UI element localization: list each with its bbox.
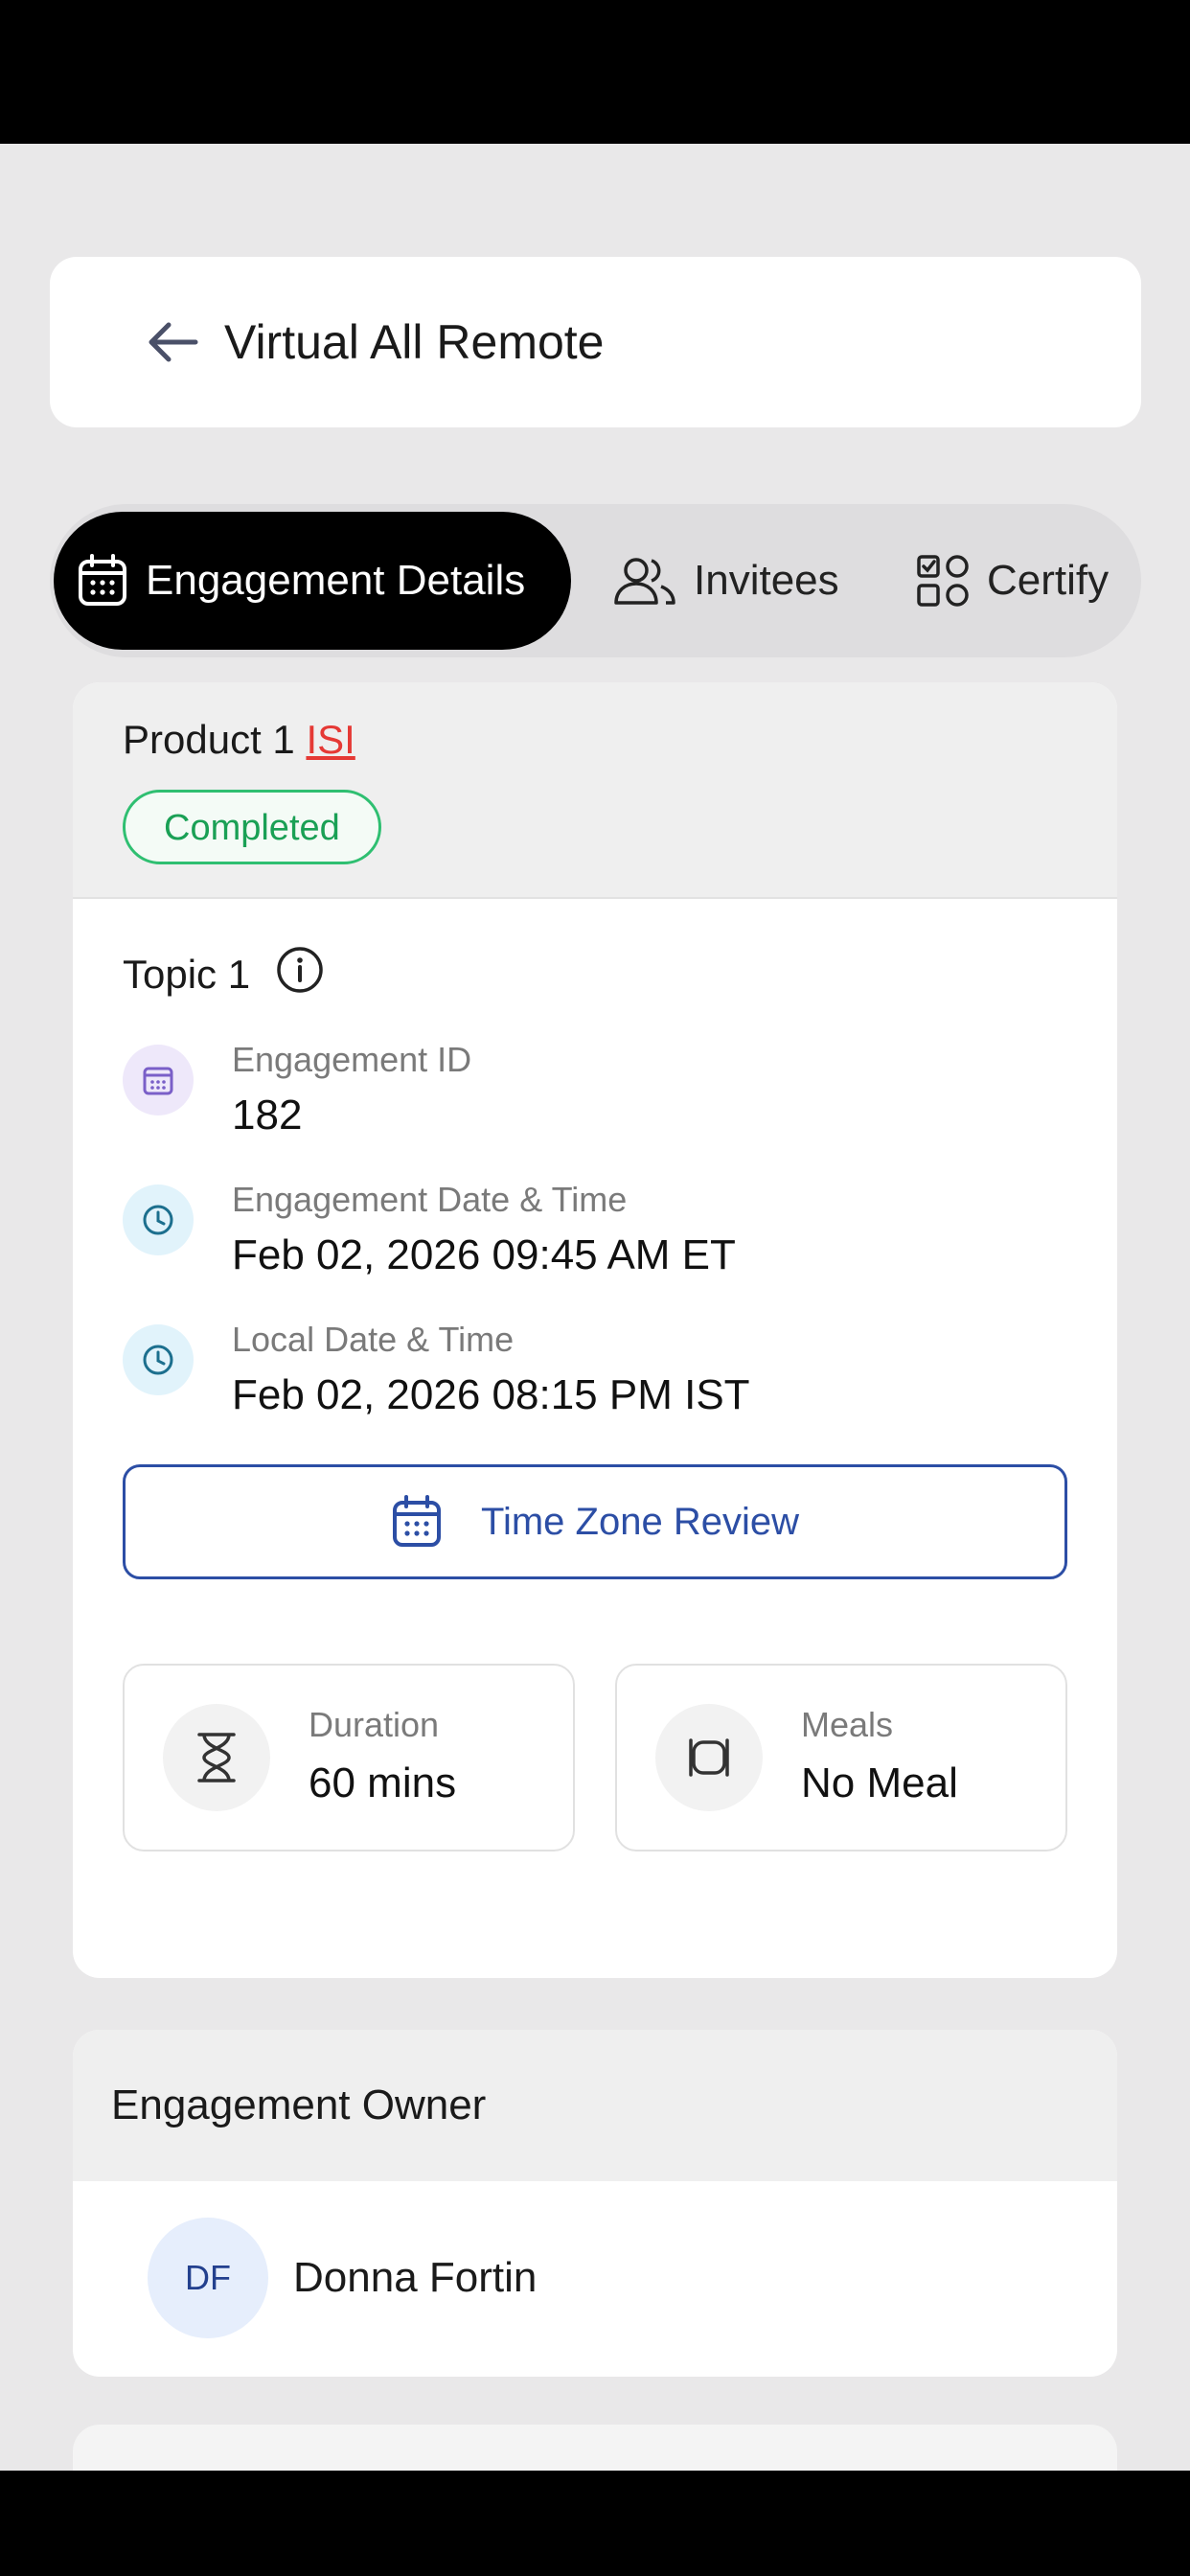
back-button[interactable] bbox=[125, 294, 220, 390]
users-icon bbox=[614, 558, 675, 605]
duration-tile: Duration 60 mins bbox=[123, 1664, 575, 1852]
meals-tile: Meals No Meal bbox=[615, 1664, 1067, 1852]
hourglass-icon bbox=[163, 1704, 270, 1811]
field-label: Local Date & Time bbox=[232, 1320, 515, 1359]
avatar: DF bbox=[148, 2218, 268, 2338]
calendar-icon bbox=[393, 1495, 442, 1547]
status-bar bbox=[0, 0, 1190, 144]
stat-label: Meals bbox=[801, 1705, 894, 1744]
topic-title: Topic 1 bbox=[123, 952, 251, 997]
local-datetime-field: Local Date & Time Feb 02, 2026 08:15 PM … bbox=[123, 1320, 1067, 1424]
plate-icon bbox=[655, 1704, 763, 1811]
tab-engagement-details[interactable]: Engagement Details bbox=[54, 512, 571, 650]
topic-row: Topic 1 bbox=[123, 945, 1067, 1004]
product-name: Product 1 bbox=[123, 717, 295, 762]
status-badge: Completed bbox=[123, 790, 381, 864]
tab-label: Certify bbox=[987, 557, 1110, 604]
home-indicator-bar bbox=[0, 2471, 1190, 2576]
field-label: Engagement ID bbox=[232, 1040, 472, 1079]
stats-row: Duration 60 mins Meals No Meal bbox=[123, 1664, 1067, 1852]
owner-heading: Engagement Owner bbox=[73, 2030, 1117, 2181]
owner-name: Donna Fortin bbox=[293, 2254, 538, 2301]
engagement-card: Product 1 ISI Completed Topic 1 Engageme… bbox=[73, 682, 1117, 1978]
button-label: Time Zone Review bbox=[481, 1500, 799, 1543]
engagement-id-field: Engagement ID 182 bbox=[123, 1040, 1067, 1144]
back-arrow-icon bbox=[149, 322, 198, 362]
product-line: Product 1 ISI bbox=[123, 717, 1067, 763]
isi-link[interactable]: ISI bbox=[306, 717, 355, 762]
clock-icon bbox=[123, 1184, 194, 1255]
tab-invitees[interactable]: Invitees bbox=[613, 512, 839, 650]
field-value: 182 bbox=[232, 1092, 303, 1138]
field-value: Feb 02, 2026 08:15 PM IST bbox=[232, 1371, 750, 1418]
calendar-icon bbox=[79, 554, 126, 606]
clock-icon bbox=[123, 1324, 194, 1395]
header-bar: Virtual All Remote bbox=[50, 257, 1141, 427]
checklist-icon bbox=[917, 555, 969, 607]
tab-label: Engagement Details bbox=[146, 557, 526, 604]
page-title: Virtual All Remote bbox=[224, 315, 605, 369]
card-header: Product 1 ISI Completed bbox=[73, 682, 1117, 899]
field-label: Engagement Date & Time bbox=[232, 1180, 628, 1219]
tab-certify[interactable]: Certify bbox=[916, 512, 1109, 650]
stat-value: No Meal bbox=[801, 1760, 958, 1806]
stat-value: 60 mins bbox=[309, 1760, 457, 1806]
stat-label: Duration bbox=[309, 1705, 440, 1744]
tab-label: Invitees bbox=[694, 557, 839, 604]
field-value: Feb 02, 2026 09:45 AM ET bbox=[232, 1231, 736, 1278]
engagement-datetime-field: Engagement Date & Time Feb 02, 2026 09:4… bbox=[123, 1180, 1067, 1284]
time-zone-review-button[interactable]: Time Zone Review bbox=[123, 1464, 1067, 1579]
info-icon[interactable] bbox=[275, 945, 325, 1004]
card-body: Topic 1 Engagement ID 182 Engagement Dat… bbox=[73, 899, 1117, 1852]
tab-bar: Engagement Details Invitees Certify bbox=[50, 504, 1141, 657]
calendar-icon bbox=[123, 1045, 194, 1116]
owner-row[interactable]: DF Donna Fortin bbox=[73, 2181, 1117, 2338]
engagement-owner-card: Engagement Owner DF Donna Fortin bbox=[73, 2030, 1117, 2377]
